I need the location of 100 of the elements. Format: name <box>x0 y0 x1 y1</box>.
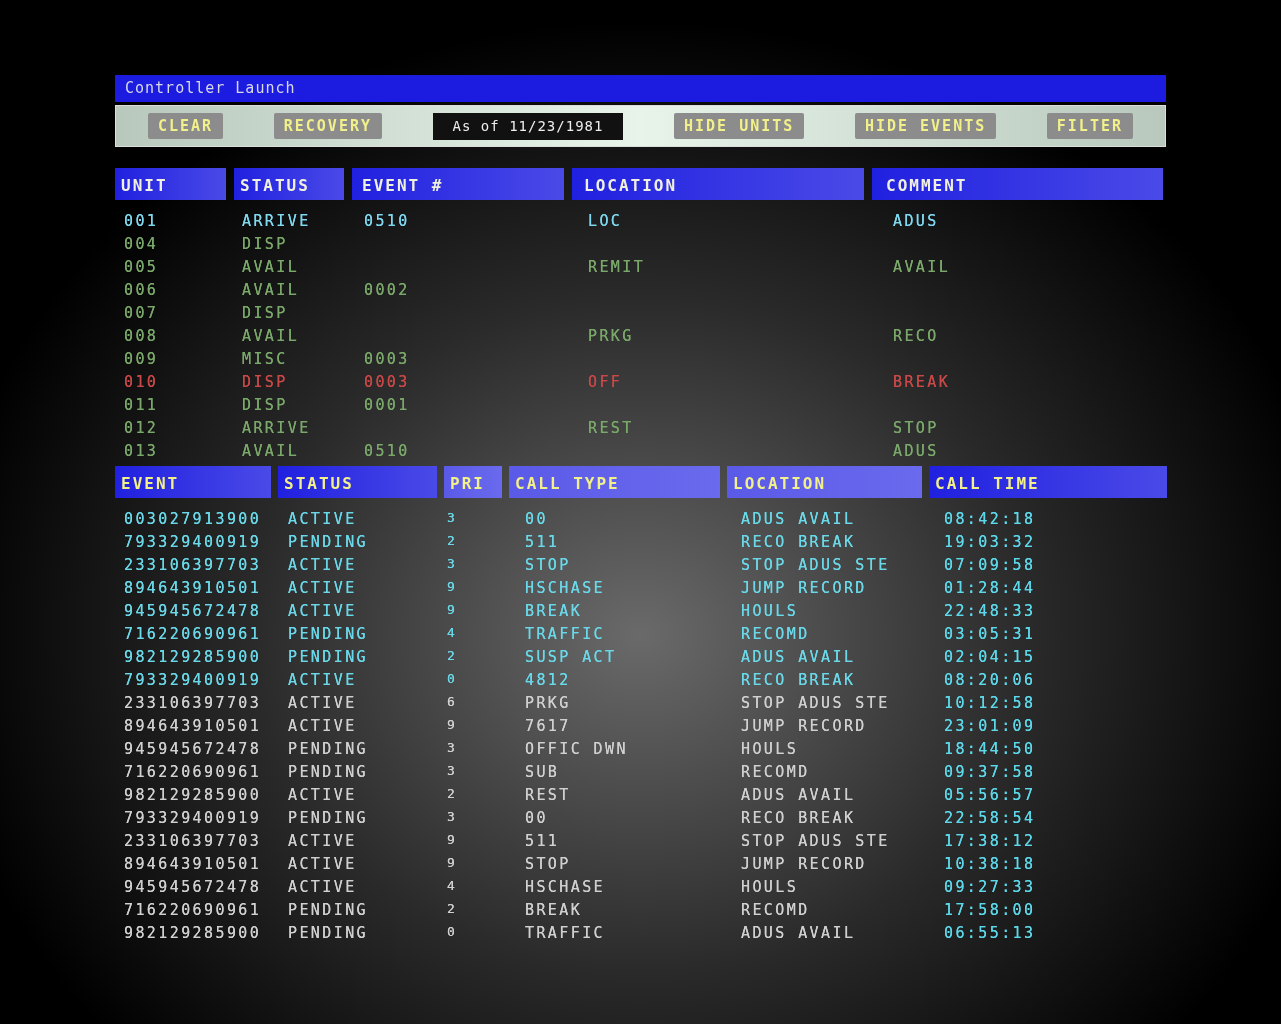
table-cell-text: BREAK <box>524 601 584 622</box>
table-cell-text: DISP <box>241 395 289 416</box>
table-cell-text: 05:56:57 <box>943 785 1037 806</box>
table-cell-text: 0002 <box>363 280 411 301</box>
column-header: COMMENT <box>872 168 1163 200</box>
table-cell-text: 06:55:13 <box>943 923 1037 944</box>
table-cell-text: DISP <box>241 372 289 393</box>
table-cell-text: BREAK <box>524 900 584 921</box>
table-cell-text: 03:05:31 <box>943 624 1037 645</box>
table-cell-text: 2 <box>446 532 459 550</box>
table-cell-text: REMIT <box>587 257 647 278</box>
table-cell-text: 4812 <box>524 670 572 691</box>
table-cell-text: 2 <box>446 900 459 918</box>
toolbar-button[interactable]: RECOVERY <box>273 112 382 140</box>
table-cell-text: PRKG <box>524 693 572 714</box>
table-cell-text: 0510 <box>363 211 411 232</box>
table-cell-text: 3 <box>446 762 459 780</box>
table-cell-text: 982129285900 <box>123 647 263 668</box>
table-cell-text: PENDING <box>287 532 369 553</box>
table-cell-text: 716220690961 <box>123 900 263 921</box>
table-cell-text: HSCHASE <box>524 877 606 898</box>
table-cell-text: 6 <box>446 693 459 711</box>
table-cell-text: HOULS <box>740 601 800 622</box>
table-cell-text: PENDING <box>287 900 369 921</box>
table-cell-text: LOC <box>587 211 624 232</box>
table-cell-text: STOP ADUS STE <box>740 555 891 576</box>
table-cell-text: PENDING <box>287 739 369 760</box>
toolbar-button[interactable]: CLEAR <box>148 112 224 140</box>
table-cell-text: OFFIC DWN <box>524 739 629 760</box>
table-cell-text: 4 <box>446 877 459 895</box>
table-cell-text: ADUS <box>892 211 940 232</box>
table-cell-text: 3 <box>446 509 459 527</box>
table-cell-text: 233106397703 <box>123 555 263 576</box>
table-cell-text: 7617 <box>524 716 572 737</box>
table-cell-text: 001 <box>123 211 160 232</box>
table-cell-text: JUMP RECORD <box>740 854 868 875</box>
table-cell-text: 793329400919 <box>123 808 263 829</box>
table-cell-text: PENDING <box>287 647 369 668</box>
table-cell-text: 10:12:58 <box>943 693 1037 714</box>
table-cell-text: HOULS <box>740 739 800 760</box>
table-cell-text: 3 <box>446 739 459 757</box>
table-cell-text: 012 <box>123 418 160 439</box>
table-cell-text: ACTIVE <box>287 877 358 898</box>
table-cell-text: PENDING <box>287 624 369 645</box>
table-cell-text: 17:58:00 <box>943 900 1037 921</box>
table-cell-text: 511 <box>524 532 561 553</box>
table-cell-text: 10:38:18 <box>943 854 1037 875</box>
table-cell-text: DISP <box>241 303 289 324</box>
table-cell-text: 982129285900 <box>123 785 263 806</box>
column-header: CALL TYPE <box>509 466 720 498</box>
table-cell-text: 0003 <box>363 349 411 370</box>
table-cell-text: 003027913900 <box>123 509 263 530</box>
table-cell-text: RECO BREAK <box>740 670 857 691</box>
table-cell-text: 0003 <box>363 372 411 393</box>
column-header: UNIT <box>115 168 226 200</box>
toolbar-button[interactable]: HIDE EVENTS <box>854 112 997 140</box>
table-cell-text: TRAFFIC <box>524 624 606 645</box>
toolbar-button[interactable]: FILTER <box>1046 112 1133 140</box>
table-cell-text: 0 <box>446 923 459 941</box>
table-cell-text: 18:44:50 <box>943 739 1037 760</box>
table-cell-text: 4 <box>446 624 459 642</box>
table-cell-text: AVAIL <box>241 441 301 462</box>
table-cell-text: 894643910501 <box>123 578 263 599</box>
table-cell-text: STOP ADUS STE <box>740 831 891 852</box>
table-cell-text: 004 <box>123 234 160 255</box>
table-cell-text: ACTIVE <box>287 578 358 599</box>
toolbar-button[interactable]: HIDE UNITS <box>674 112 805 140</box>
table-cell-text: 511 <box>524 831 561 852</box>
table-cell-text: PENDING <box>287 923 369 944</box>
table-cell-text: RECO BREAK <box>740 808 857 829</box>
table-cell-text: 3 <box>446 555 459 573</box>
table-cell-text: 233106397703 <box>123 693 263 714</box>
table-cell-text: ADUS AVAIL <box>740 647 857 668</box>
table-cell-text: RECOMD <box>740 762 811 783</box>
table-cell-text: 894643910501 <box>123 854 263 875</box>
table-cell-text: 00 <box>524 509 549 530</box>
table-cell-text: STOP <box>524 555 572 576</box>
table-cell-text: 011 <box>123 395 160 416</box>
table-cell-text: STOP <box>892 418 940 439</box>
table-cell-text: 007 <box>123 303 160 324</box>
table-cell-text: PENDING <box>287 808 369 829</box>
table-cell-text: ADUS AVAIL <box>740 923 857 944</box>
table-cell-text: 08:20:06 <box>943 670 1037 691</box>
table-cell-text: AVAIL <box>241 280 301 301</box>
table-cell-text: ACTIVE <box>287 693 358 714</box>
table-cell-text: 716220690961 <box>123 762 263 783</box>
table-cell-text: 22:58:54 <box>943 808 1037 829</box>
table-cell-text: REST <box>524 785 572 806</box>
table-cell-text: JUMP RECORD <box>740 578 868 599</box>
table-cell-text: 9 <box>446 716 459 734</box>
table-cell-text: 2 <box>446 785 459 803</box>
column-header: PRI <box>444 466 502 498</box>
table-cell-text: 233106397703 <box>123 831 263 852</box>
table-cell-text: ACTIVE <box>287 831 358 852</box>
window-title: Controller Launch <box>115 75 1166 102</box>
table-cell-text: 005 <box>123 257 160 278</box>
table-cell-text: RECO <box>892 326 940 347</box>
column-header: LOCATION <box>572 168 864 200</box>
table-cell-text: 07:09:58 <box>943 555 1037 576</box>
table-cell-text: BREAK <box>892 372 952 393</box>
